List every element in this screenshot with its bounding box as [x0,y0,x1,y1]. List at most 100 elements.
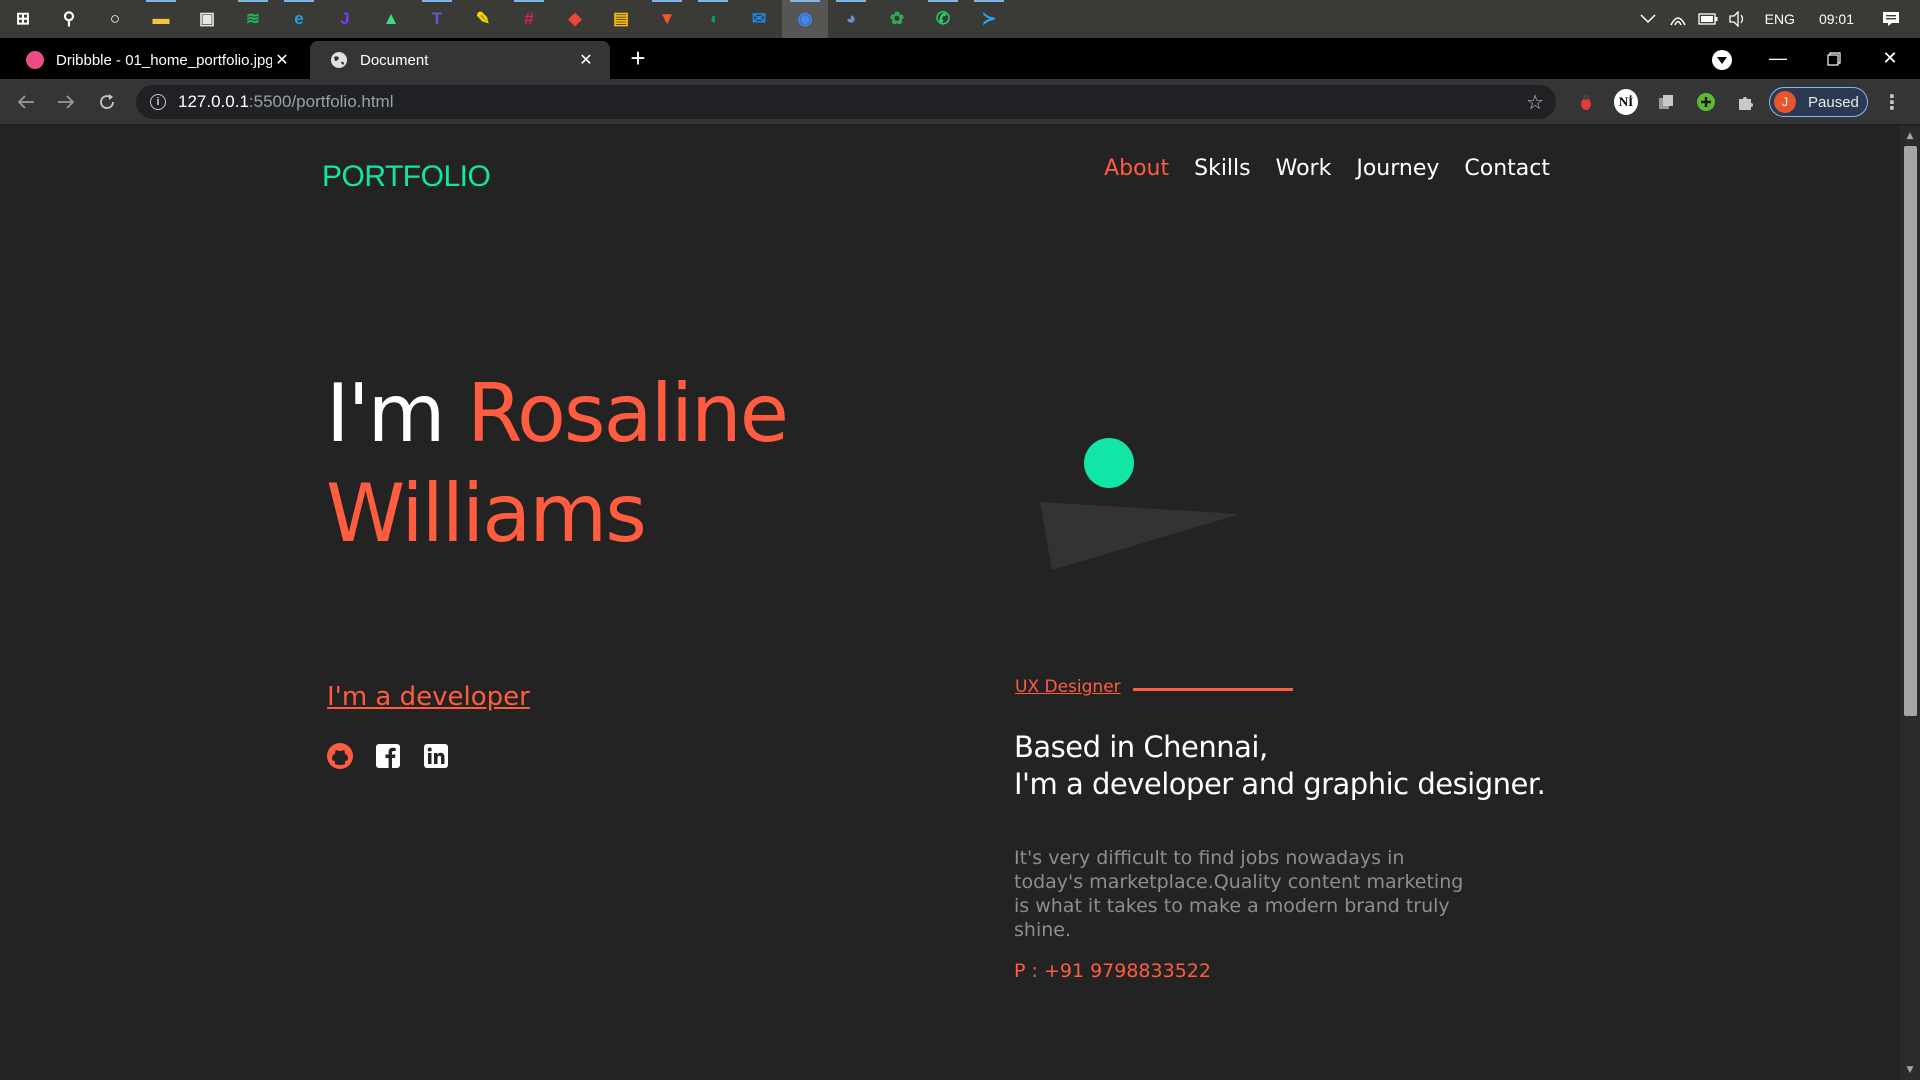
taskbar-app-sticky-notes[interactable]: ✎ [460,0,506,38]
main-nav: About Skills Work Journey Contact [1104,156,1550,181]
profile-button[interactable]: J Paused [1769,87,1868,117]
github-icon[interactable] [326,742,354,770]
scrollbar[interactable]: ▲ ▼ [1900,126,1920,1080]
android-studio-icon: ▲ [382,9,400,28]
extensions-puzzle-icon[interactable] [1734,90,1758,114]
tab-document[interactable]: Document ✕ [310,41,610,79]
avatar: J [1774,91,1796,113]
extension-copy-icon[interactable] [1654,90,1678,114]
new-tab-button[interactable]: + [624,44,652,72]
tab-title: Dribbble - 01_home_portfolio.jpg [56,51,272,69]
search-icon: ⚲ [62,9,76,28]
taskbar-app-mongodb[interactable]: ◖ [690,0,736,38]
nav-work[interactable]: Work [1276,156,1332,181]
nav-journey[interactable]: Journey [1356,156,1439,181]
linkedin-icon[interactable] [422,742,450,770]
hero-heading: I'm Rosaline Williams [326,364,789,564]
notification-icon[interactable] [1876,0,1906,38]
taskbar-app-store[interactable]: ▣ [184,0,230,38]
triangle-shape [1040,502,1240,570]
taskbar-app-file-explorer[interactable]: ▬ [138,0,184,38]
clock[interactable]: 09:01 [1807,11,1866,27]
nav-about[interactable]: About [1104,156,1169,181]
forward-button[interactable] [50,86,82,118]
extension-plus-icon[interactable] [1694,90,1718,114]
role-label[interactable]: UX Designer [1015,677,1121,697]
info-icon[interactable]: i [150,94,166,110]
wifi-icon[interactable] [1663,0,1693,38]
taskbar-app-whatsapp[interactable]: ✆ [920,0,966,38]
taskbar-app-vscode[interactable]: ≻ [966,0,1012,38]
page-viewport: PORTFOLIO About Skills Work Journey Cont… [0,126,1900,1080]
decorative-shapes [1040,438,1240,570]
back-button[interactable] [10,86,42,118]
tab-dribbble[interactable]: Dribbble - 01_home_portfolio.jpg ✕ [6,41,306,79]
address-bar[interactable]: i 127.0.0.1:5500/portfolio.html ☆ [136,85,1556,119]
taskbar-app-spotify[interactable]: ≋ [230,0,276,38]
close-window-button[interactable]: ✕ [1862,38,1918,79]
taskbar-apps: ⊞ ⚲ ○ ▬ ▣ ≋ e J ▲ T ✎ # ◆ ▤ ▼ ◖ ✉ ◉ ◕ ✿ ✆ ≻ [0,0,1012,38]
more-menu-icon[interactable]: ⋮ [1880,87,1904,117]
taskbar-app-anydesk[interactable]: ◆ [552,0,598,38]
green-circle-shape [1084,438,1134,488]
volume-icon[interactable] [1723,0,1753,38]
taskbar-app-mail[interactable]: ✉ [736,0,782,38]
scroll-thumb[interactable] [1904,146,1917,716]
google-slides-icon: ▤ [612,9,630,28]
intro-line-1: Based in Chennai, [1014,730,1268,764]
scroll-down-icon[interactable]: ▼ [1904,1064,1916,1076]
taskbar-app-windows-start[interactable]: ⊞ [0,0,46,38]
minimize-button[interactable]: — [1750,38,1806,79]
mail-icon: ✉ [751,9,767,28]
nav-skills[interactable]: Skills [1194,156,1251,181]
nav-contact[interactable]: Contact [1464,156,1550,181]
chrome-icon: ◉ [797,9,813,28]
chevron-up-icon[interactable] [1633,0,1663,38]
language-indicator[interactable]: ENG [1753,11,1807,27]
store-icon: ▣ [198,9,216,28]
profile-status: Paused [1808,93,1859,111]
url-host: 127.0.0.1 [178,92,249,111]
intro-text: Based in Chennai, I'm a developer and gr… [1014,729,1546,803]
description-text: It's very difficult to find jobs nowaday… [1014,847,1464,941]
paint-icon: ✿ [889,9,905,28]
windows-start-icon: ⊞ [15,9,31,28]
tab-title: Document [360,51,429,69]
site-logo[interactable]: PORTFOLIO [322,160,491,194]
phone-number[interactable]: P : +91 9798833522 [1014,960,1211,982]
browser-toolbar: i 127.0.0.1:5500/portfolio.html ☆ Nİ J P… [0,79,1920,125]
taskbar-app-google-slides[interactable]: ▤ [598,0,644,38]
close-icon[interactable]: ✕ [576,50,596,70]
whatsapp-icon: ✆ [935,9,951,28]
facebook-icon[interactable] [374,742,402,770]
scroll-up-icon[interactable]: ▲ [1904,130,1916,142]
taskbar-app-chrome[interactable]: ◉ [782,0,828,38]
file-explorer-icon: ▬ [152,9,170,28]
taskbar-app-search[interactable]: ⚲ [46,0,92,38]
taskbar-app-edge[interactable]: e [276,0,322,38]
windows-taskbar: ⊞ ⚲ ○ ▬ ▣ ≋ e J ▲ T ✎ # ◆ ▤ ▼ ◖ ✉ ◉ ◕ ✿ ✆ ≻ ENG 09:01 [0,0,1920,38]
taskbar-app-paint[interactable]: ✿ [874,0,920,38]
jetbrains-icon: J [340,9,350,28]
taskbar-app-brave[interactable]: ▼ [644,0,690,38]
restore-button[interactable] [1806,38,1862,79]
browser-tab-strip: Dribbble - 01_home_portfolio.jpg ✕ Docum… [0,38,1920,79]
mongodb-icon: ◖ [707,9,719,28]
extension-ni-icon[interactable]: Nİ [1614,89,1638,115]
anydesk-icon: ◆ [568,9,582,28]
taskbar-app-android-studio[interactable]: ▲ [368,0,414,38]
globe-icon [330,51,348,69]
reload-button[interactable] [91,86,123,118]
battery-icon[interactable] [1693,0,1723,38]
brave-icon: ▼ [658,9,676,28]
extension-ladybug-icon[interactable] [1574,90,1598,114]
taskbar-app-discord[interactable]: ◕ [828,0,874,38]
bookmark-star-icon[interactable]: ☆ [1526,90,1544,115]
tab-search-icon[interactable] [1712,50,1732,70]
taskbar-app-slack[interactable]: # [506,0,552,38]
developer-link[interactable]: I'm a developer [327,682,530,712]
close-icon[interactable]: ✕ [272,50,292,70]
taskbar-app-teams[interactable]: T [414,0,460,38]
taskbar-app-jetbrains[interactable]: J [322,0,368,38]
taskbar-app-cortana[interactable]: ○ [92,0,138,38]
